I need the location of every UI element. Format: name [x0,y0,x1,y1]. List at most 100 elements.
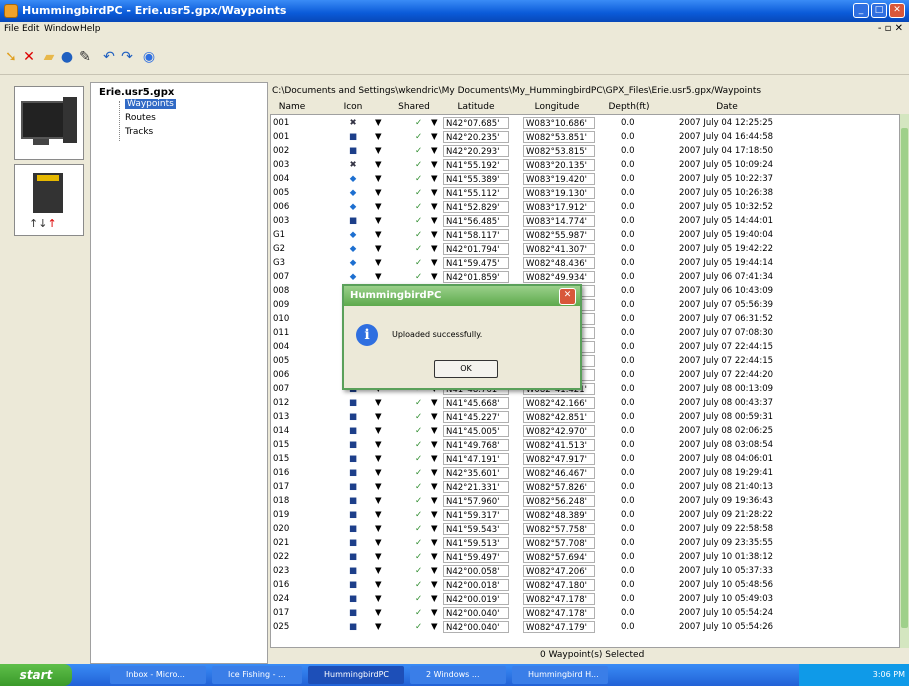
waypoint-latitude[interactable]: N41°55.112' [443,187,509,199]
tree-item-routes[interactable]: Routes [125,113,156,123]
waypoint-longitude[interactable]: W083°10.686' [523,117,595,129]
menu-edit[interactable]: Edit [22,24,39,34]
shared-dropdown-icon[interactable]: ▼ [431,215,441,227]
shared-dropdown-icon[interactable]: ▼ [431,173,441,185]
shared-dropdown-icon[interactable]: ▼ [431,131,441,143]
waypoint-longitude[interactable]: W082°48.436' [523,257,595,269]
shared-check-icon[interactable]: ✓ [415,453,425,465]
task-hummingbird-h[interactable]: Hummingbird H... [512,666,608,684]
shared-check-icon[interactable]: ✓ [415,593,425,605]
waypoint-latitude[interactable]: N41°45.668' [443,397,509,409]
shared-dropdown-icon[interactable]: ▼ [431,481,441,493]
waypoint-depth[interactable]: 0.0 [621,607,651,619]
waypoint-depth[interactable]: 0.0 [621,341,651,353]
waypoint-depth[interactable]: 0.0 [621,467,651,479]
waypoint-depth[interactable]: 0.0 [621,383,651,395]
menu-file[interactable]: File [4,24,19,34]
shared-dropdown-icon[interactable]: ▼ [431,439,441,451]
col-shared[interactable]: Shared [394,100,434,114]
icon-dropdown-icon[interactable]: ▼ [375,579,385,591]
waypoint-latitude[interactable]: N41°59.497' [443,551,509,563]
shared-check-icon[interactable]: ✓ [415,481,425,493]
shared-check-icon[interactable]: ✓ [415,411,425,423]
waypoint-depth[interactable]: 0.0 [621,411,651,423]
icon-dropdown-icon[interactable]: ▼ [375,425,385,437]
ok-button[interactable]: OK [434,360,498,378]
waypoint-depth[interactable]: 0.0 [621,299,651,311]
waypoint-depth[interactable]: 0.0 [621,439,651,451]
task-inbox[interactable]: Inbox - Micro... [110,666,206,684]
icon-dropdown-icon[interactable]: ▼ [375,509,385,521]
shared-check-icon[interactable]: ✓ [415,579,425,591]
waypoint-depth[interactable]: 0.0 [621,145,651,157]
waypoint-longitude[interactable]: W082°53.815' [523,145,595,157]
waypoint-row[interactable]: 023 ■ ▼ ✓ ▼ N42°00.058' W082°47.206' 0.0 2007 Ju… [271,565,899,577]
waypoint-longitude[interactable]: W082°47.180' [523,579,595,591]
waypoint-depth[interactable]: 0.0 [621,579,651,591]
shared-check-icon[interactable]: ✓ [415,117,425,129]
icon-dropdown-icon[interactable]: ▼ [375,439,385,451]
waypoint-depth[interactable]: 0.0 [621,621,651,633]
waypoint-longitude[interactable]: W082°41.513' [523,439,595,451]
icon-dropdown-icon[interactable]: ▼ [375,257,385,269]
icon-dropdown-icon[interactable]: ▼ [375,523,385,535]
shared-dropdown-icon[interactable]: ▼ [431,509,441,521]
waypoint-row[interactable]: 020 ■ ▼ ✓ ▼ N41°59.543' W082°57.758' 0.0 2007 Ju… [271,523,899,535]
waypoint-depth[interactable]: 0.0 [621,257,651,269]
shared-dropdown-icon[interactable]: ▼ [431,551,441,563]
waypoint-row[interactable]: 025 ■ ▼ ✓ ▼ N42°00.040' W082°47.179' 0.0 2007 Ju… [271,621,899,633]
shared-dropdown-icon[interactable]: ▼ [431,117,441,129]
shared-check-icon[interactable]: ✓ [415,145,425,157]
waypoint-depth[interactable]: 0.0 [621,313,651,325]
waypoint-latitude[interactable]: N42°07.685' [443,117,509,129]
shared-check-icon[interactable]: ✓ [415,607,425,619]
waypoint-row[interactable]: 006 ◆ ▼ ✓ ▼ N41°52.829' W083°17.912' 0.0 2007 Ju… [271,201,899,213]
icon-dropdown-icon[interactable]: ▼ [375,397,385,409]
col-longitude[interactable]: Longitude [522,100,592,114]
icon-dropdown-icon[interactable]: ▼ [375,551,385,563]
shared-check-icon[interactable]: ✓ [415,537,425,549]
waypoint-row[interactable]: 014 ■ ▼ ✓ ▼ N41°45.005' W082°42.970' 0.0 2007 Ju… [271,425,899,437]
shared-check-icon[interactable]: ✓ [415,215,425,227]
waypoint-longitude[interactable]: W083°14.774' [523,215,595,227]
waypoint-longitude[interactable]: W083°17.912' [523,201,595,213]
shared-dropdown-icon[interactable]: ▼ [431,257,441,269]
waypoint-latitude[interactable]: N42°20.235' [443,131,509,143]
waypoint-depth[interactable]: 0.0 [621,509,651,521]
icon-dropdown-icon[interactable]: ▼ [375,117,385,129]
shared-check-icon[interactable]: ✓ [415,187,425,199]
redo-icon[interactable]: ↷ [118,48,136,66]
waypoint-longitude[interactable]: W082°47.178' [523,607,595,619]
shared-check-icon[interactable]: ✓ [415,425,425,437]
shared-dropdown-icon[interactable]: ▼ [431,467,441,479]
icon-dropdown-icon[interactable]: ▼ [375,243,385,255]
waypoint-depth[interactable]: 0.0 [621,369,651,381]
waypoint-latitude[interactable]: N41°58.117' [443,229,509,241]
waypoint-longitude[interactable]: W082°49.934' [523,271,595,283]
task-ice-fishing[interactable]: Ice Fishing - ... [212,666,302,684]
shared-check-icon[interactable]: ✓ [415,173,425,185]
shared-check-icon[interactable]: ✓ [415,467,425,479]
waypoint-latitude[interactable]: N41°59.513' [443,537,509,549]
waypoint-depth[interactable]: 0.0 [621,285,651,297]
maximize-button[interactable]: □ [871,3,887,18]
waypoint-row[interactable]: 003 ✖ ▼ ✓ ▼ N41°55.192' W083°20.135' 0.0 2007 Ju… [271,159,899,171]
waypoint-depth[interactable]: 0.0 [621,495,651,507]
pc-device[interactable] [14,86,84,160]
tree-item-waypoints[interactable]: Waypoints [125,99,176,109]
col-latitude[interactable]: Latitude [446,100,506,114]
shared-check-icon[interactable]: ✓ [415,565,425,577]
tree-item-tracks[interactable]: Tracks [125,127,153,137]
waypoint-latitude[interactable]: N41°52.829' [443,201,509,213]
icon-dropdown-icon[interactable]: ▼ [375,467,385,479]
waypoint-longitude[interactable]: W082°56.248' [523,495,595,507]
waypoint-longitude[interactable]: W082°41.307' [523,243,595,255]
waypoint-longitude[interactable]: W082°42.970' [523,425,595,437]
waypoint-depth[interactable]: 0.0 [621,397,651,409]
shared-dropdown-icon[interactable]: ▼ [431,201,441,213]
col-depth[interactable]: Depth(ft) [604,100,654,114]
icon-dropdown-icon[interactable]: ▼ [375,565,385,577]
waypoint-latitude[interactable]: N42°20.293' [443,145,509,157]
shared-dropdown-icon[interactable]: ▼ [431,411,441,423]
waypoint-depth[interactable]: 0.0 [621,481,651,493]
